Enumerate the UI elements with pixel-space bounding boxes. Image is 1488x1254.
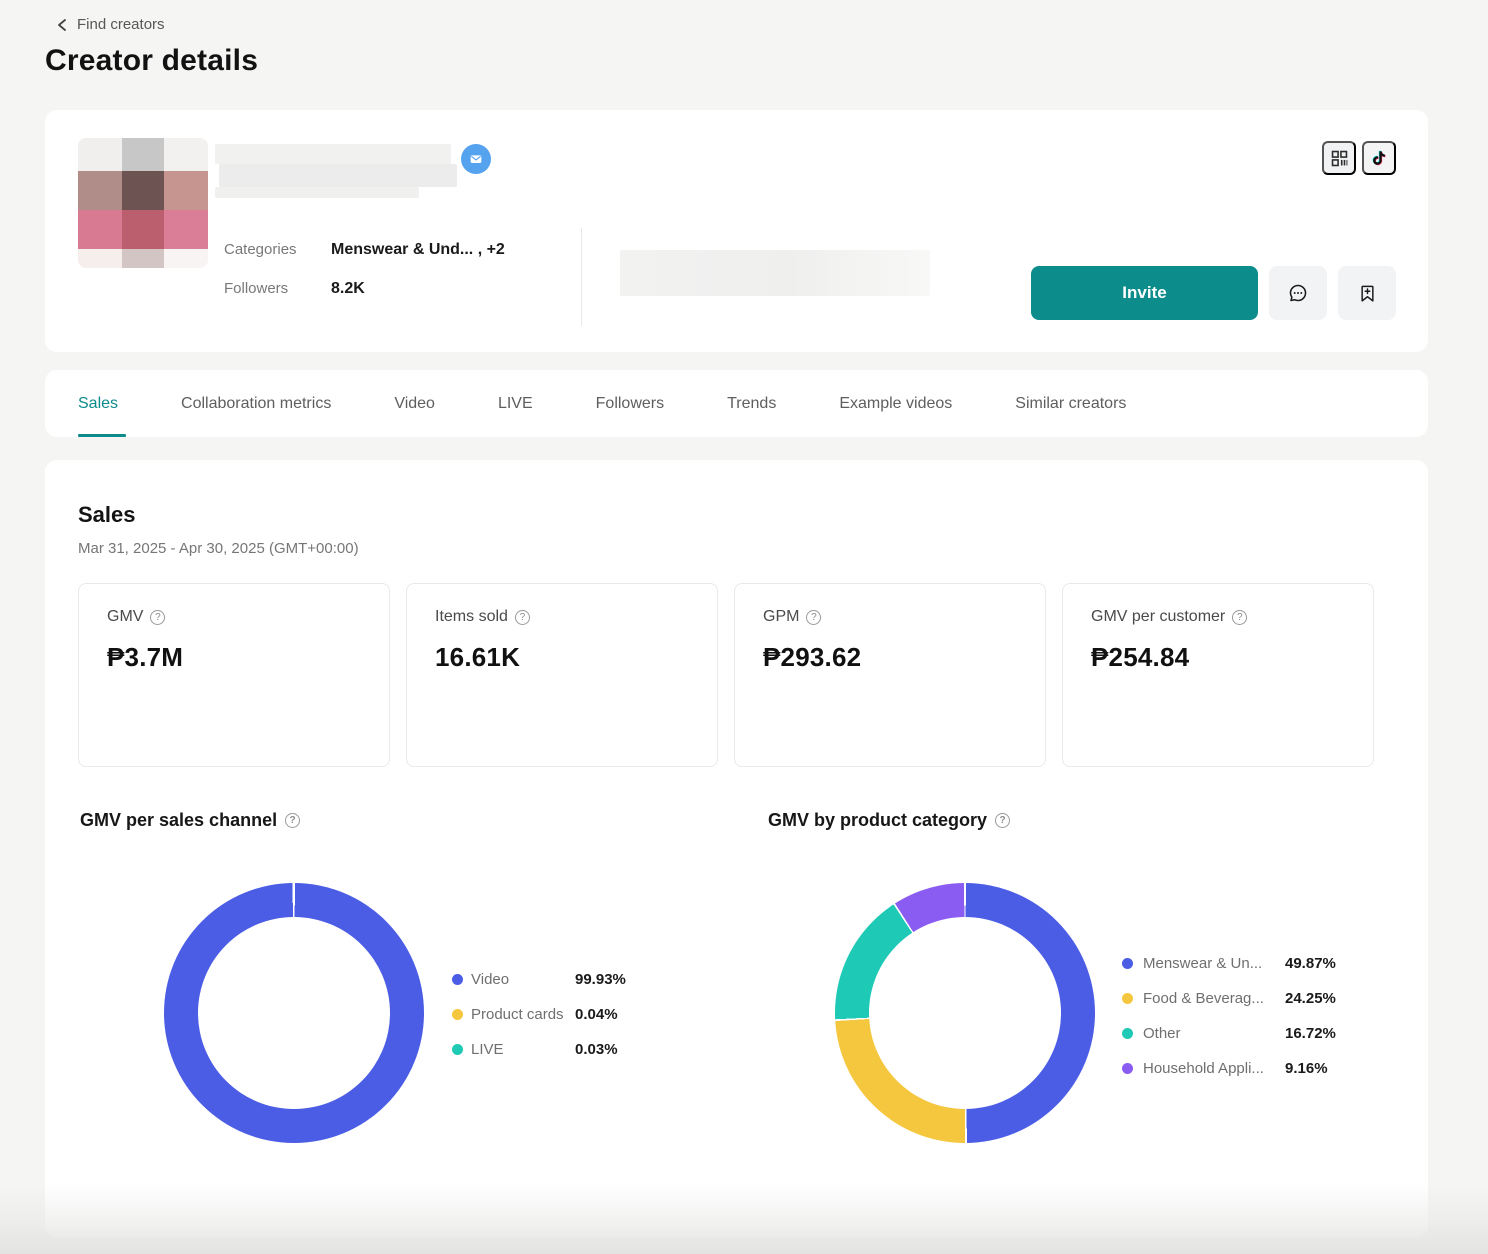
followers-value: 8.2K xyxy=(331,280,365,298)
sales-channel-chart-title: GMV per sales channel xyxy=(80,810,277,831)
legend-label-live: LIVE xyxy=(471,1041,575,1058)
legend-value-video: 99.93% xyxy=(575,971,626,988)
back-chevron-icon xyxy=(56,18,68,32)
tab-live[interactable]: LIVE xyxy=(498,395,533,413)
tiktok-icon xyxy=(1370,149,1388,167)
legend-item: Other 16.72% xyxy=(1122,1016,1336,1051)
donut-hole xyxy=(198,917,390,1109)
creator-detail-tabs: Sales Collaboration metrics Video LIVE F… xyxy=(45,370,1428,437)
legend-value-other: 16.72% xyxy=(1285,1025,1336,1042)
email-badge-icon[interactable] xyxy=(461,144,491,174)
metric-card-items-sold: Items sold 16.61K xyxy=(406,583,718,767)
creator-info-redacted xyxy=(620,250,930,296)
invite-button[interactable]: Invite xyxy=(1031,266,1258,320)
product-category-legend: Menswear & Un... 49.87% Food & Beverag..… xyxy=(1122,946,1336,1086)
date-range: Mar 31, 2025 - Apr 30, 2025 (GMT+00:00) xyxy=(78,540,359,557)
vertical-divider xyxy=(581,228,582,326)
sales-channel-legend: Video 99.93% Product cards 0.04% LIVE 0.… xyxy=(452,962,626,1067)
legend-label-food-beverage: Food & Beverag... xyxy=(1143,990,1285,1007)
gmv-per-customer-label: GMV per customer xyxy=(1091,608,1225,626)
items-sold-value: 16.61K xyxy=(435,642,689,673)
followers-label: Followers xyxy=(224,280,331,298)
legend-value-live: 0.03% xyxy=(575,1041,618,1058)
tab-example-videos[interactable]: Example videos xyxy=(839,395,952,413)
legend-item: LIVE 0.03% xyxy=(452,1032,626,1067)
legend-dot-other xyxy=(1122,1028,1133,1039)
legend-label-product-cards: Product cards xyxy=(471,1006,575,1023)
gmv-help-icon[interactable] xyxy=(150,610,165,625)
tiktok-profile-button[interactable] xyxy=(1362,141,1396,175)
gmv-value: ₱3.7M xyxy=(107,642,361,673)
items-sold-label: Items sold xyxy=(435,608,508,626)
legend-label-menswear: Menswear & Un... xyxy=(1143,955,1285,972)
message-button[interactable] xyxy=(1269,266,1327,320)
metric-card-gpm: GPM ₱293.62 xyxy=(734,583,1046,767)
legend-dot-live xyxy=(452,1044,463,1055)
tab-sales[interactable]: Sales xyxy=(78,395,118,413)
legend-dot-household-appliances xyxy=(1122,1063,1133,1074)
creator-name-redacted xyxy=(215,144,457,198)
legend-item: Household Appli... 9.16% xyxy=(1122,1051,1336,1086)
items-sold-help-icon[interactable] xyxy=(515,610,530,625)
chat-bubble-icon xyxy=(1287,282,1309,304)
legend-label-video: Video xyxy=(471,971,575,988)
gmv-per-customer-value: ₱254.84 xyxy=(1091,642,1345,673)
product-category-chart-title: GMV by product category xyxy=(768,810,987,831)
tab-collaboration-metrics[interactable]: Collaboration metrics xyxy=(181,395,331,413)
save-creator-button[interactable] xyxy=(1338,266,1396,320)
legend-dot-product-cards xyxy=(452,1009,463,1020)
tab-followers[interactable]: Followers xyxy=(596,395,664,413)
legend-value-menswear: 49.87% xyxy=(1285,955,1336,972)
legend-item: Food & Beverag... 24.25% xyxy=(1122,981,1336,1016)
categories-label: Categories xyxy=(224,241,331,259)
qr-code-button[interactable] xyxy=(1322,141,1356,175)
legend-dot-video xyxy=(452,974,463,985)
gmv-per-customer-help-icon[interactable] xyxy=(1232,610,1247,625)
legend-value-household-appliances: 9.16% xyxy=(1285,1060,1328,1077)
legend-label-household-appliances: Household Appli... xyxy=(1143,1060,1285,1077)
gpm-value: ₱293.62 xyxy=(763,642,1017,673)
avatar xyxy=(78,138,208,268)
legend-item: Menswear & Un... 49.87% xyxy=(1122,946,1336,981)
sales-panel: Sales Mar 31, 2025 - Apr 30, 2025 (GMT+0… xyxy=(45,460,1428,1238)
legend-label-other: Other xyxy=(1143,1025,1285,1042)
gmv-label: GMV xyxy=(107,608,143,626)
tab-trends[interactable]: Trends xyxy=(727,395,776,413)
tab-similar-creators[interactable]: Similar creators xyxy=(1015,395,1126,413)
categories-value: Menswear & Und... , +2 xyxy=(331,241,505,259)
bookmark-plus-icon xyxy=(1357,283,1378,304)
gpm-label: GPM xyxy=(763,608,799,626)
legend-dot-food-beverage xyxy=(1122,993,1133,1004)
sales-channel-help-icon[interactable] xyxy=(285,813,300,828)
sales-section-title: Sales xyxy=(78,502,136,528)
metric-cards-row: GMV ₱3.7M Items sold 16.61K GPM ₱293.62 … xyxy=(78,583,1374,767)
legend-value-food-beverage: 24.25% xyxy=(1285,990,1336,1007)
tab-video[interactable]: Video xyxy=(394,395,435,413)
qr-code-icon xyxy=(1330,149,1349,168)
gpm-help-icon[interactable] xyxy=(806,610,821,625)
breadcrumb-back-link[interactable]: Find creators xyxy=(77,16,165,33)
breadcrumb[interactable]: Find creators xyxy=(56,16,165,33)
product-category-donut-chart[interactable] xyxy=(835,883,1095,1143)
donut-hole xyxy=(869,917,1061,1109)
sales-channel-donut-chart[interactable] xyxy=(164,883,424,1143)
product-category-help-icon[interactable] xyxy=(995,813,1010,828)
page-title: Creator details xyxy=(45,44,258,78)
legend-dot-menswear xyxy=(1122,958,1133,969)
legend-item: Video 99.93% xyxy=(452,962,626,997)
metric-card-gmv-per-customer: GMV per customer ₱254.84 xyxy=(1062,583,1374,767)
creator-summary-card: Categories Menswear & Und... , +2 Follow… xyxy=(45,110,1428,352)
active-tab-indicator xyxy=(78,434,126,437)
metric-card-gmv: GMV ₱3.7M xyxy=(78,583,390,767)
legend-value-product-cards: 0.04% xyxy=(575,1006,618,1023)
legend-item: Product cards 0.04% xyxy=(452,997,626,1032)
